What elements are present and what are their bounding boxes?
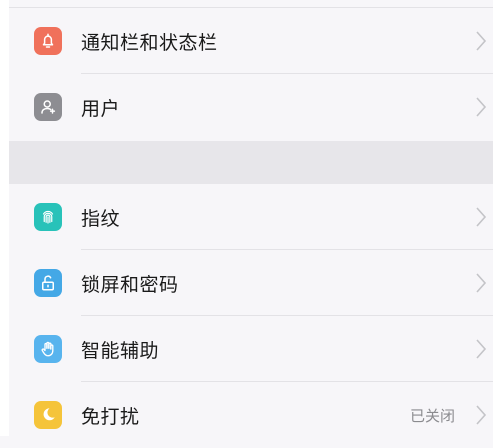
hand-icon (34, 335, 62, 363)
settings-item-users[interactable]: 用户 (9, 74, 493, 140)
settings-item-fingerprint[interactable]: 指纹 (9, 184, 493, 250)
chevron-right-icon (475, 96, 487, 118)
settings-item-notifications[interactable]: 通知栏和状态栏 (9, 8, 493, 74)
chevron-right-icon (475, 206, 487, 228)
settings-group-top: 通知栏和状态栏 用户 (9, 8, 493, 140)
chevron-right-icon (475, 338, 487, 360)
settings-item-smart-assist[interactable]: 智能辅助 (9, 316, 493, 382)
settings-item-label: 通知栏和状态栏 (81, 31, 218, 54)
settings-item-label: 免打扰 (81, 405, 140, 428)
chevron-right-icon (475, 404, 487, 426)
settings-item-label: 用户 (81, 97, 121, 120)
left-edge (0, 0, 9, 436)
settings-item-do-not-disturb[interactable]: 免打扰 已关闭 (9, 382, 493, 448)
section-separator (9, 141, 493, 184)
fingerprint-icon (34, 203, 62, 231)
moon-icon (34, 401, 62, 429)
settings-group-bottom: 指纹 锁屏和密码 智能辅助 免打扰 已关闭 (9, 184, 493, 448)
settings-item-label: 智能辅助 (81, 339, 160, 362)
bell-icon (34, 27, 62, 55)
user-icon (34, 93, 62, 121)
lock-icon (34, 269, 62, 297)
settings-item-label: 锁屏和密码 (81, 273, 179, 296)
chevron-right-icon (475, 30, 487, 52)
chevron-right-icon (475, 272, 487, 294)
status-value: 已关闭 (409, 406, 455, 425)
settings-item-lockscreen[interactable]: 锁屏和密码 (9, 250, 493, 316)
settings-item-label: 指纹 (81, 207, 121, 230)
